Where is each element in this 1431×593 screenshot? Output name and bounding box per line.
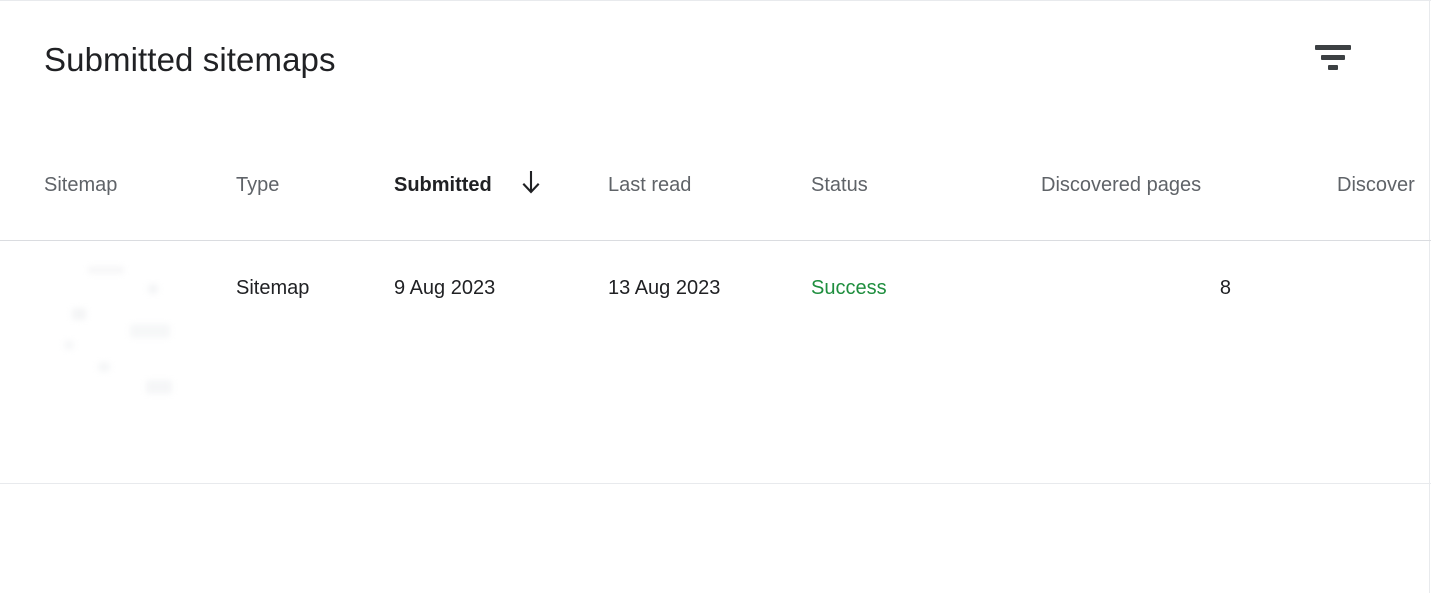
status-badge: Success: [811, 277, 887, 299]
column-header-discovered-videos[interactable]: Discover: [1337, 173, 1415, 197]
submitted-sitemaps-card: Submitted sitemaps Sitemap Type Submitte…: [0, 0, 1431, 593]
column-header-sitemap[interactable]: Sitemap: [44, 173, 117, 197]
cell-discovered-pages: 8: [1219, 277, 1231, 299]
column-header-submitted[interactable]: Submitted: [394, 173, 492, 197]
page-title: Submitted sitemaps: [44, 41, 336, 78]
cell-type: Sitemap: [236, 277, 310, 299]
pagination: Rows per page: 10 1-1 of 1: [0, 484, 1431, 593]
cell-submitted-date: 9 Aug 2023: [394, 277, 496, 299]
column-header-last-read[interactable]: Last read: [608, 173, 691, 197]
cell-last-read-date: 13 Aug 2023: [608, 277, 721, 299]
filter-icon: [1307, 32, 1359, 78]
arrow-down-icon[interactable]: [520, 170, 542, 196]
column-header-status[interactable]: Status: [811, 173, 868, 197]
column-header-discovered-pages[interactable]: Discovered pages: [1041, 173, 1201, 197]
card-header: Submitted sitemaps: [0, 0, 1431, 140]
header-divider: [0, 240, 1431, 241]
filter-button[interactable]: [1307, 32, 1359, 78]
redacted-sitemap-url: [60, 262, 210, 402]
column-header-type[interactable]: Type: [236, 173, 279, 197]
